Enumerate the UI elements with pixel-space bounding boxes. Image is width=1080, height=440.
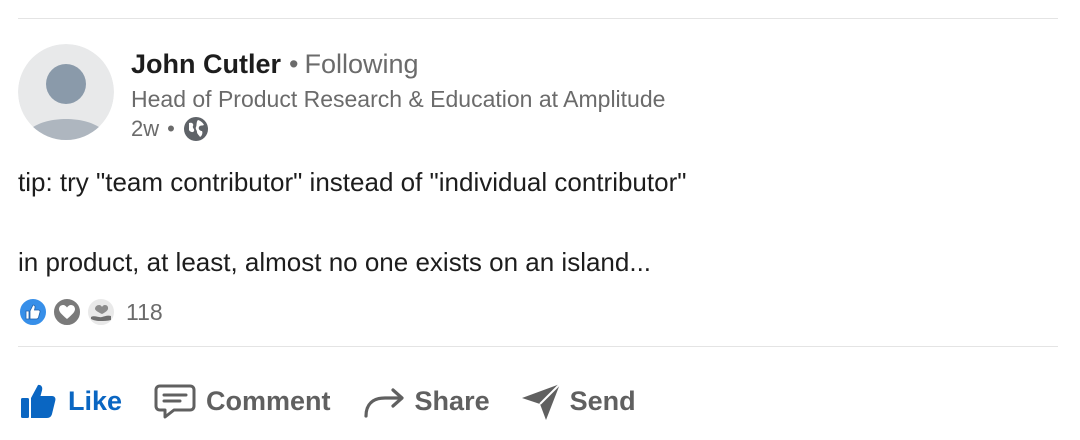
default-avatar-icon [18, 44, 114, 140]
support-reaction-icon [86, 297, 116, 327]
avatar[interactable] [18, 44, 114, 140]
share-label: Share [414, 385, 490, 416]
post-meta: 2w • [131, 114, 665, 144]
reaction-count: 118 [126, 298, 163, 325]
author-headline: Head of Product Research & Education at … [131, 86, 666, 112]
actions-divider [18, 346, 1058, 347]
post-body-line-2: in product, at least, almost no one exis… [18, 247, 652, 277]
comment-label: Comment [206, 385, 331, 416]
post-actions: Like Comment Share Send [18, 380, 666, 422]
name-separator: • [289, 49, 299, 79]
like-reaction-icon [18, 297, 48, 327]
post-body: tip: try "team contributor" instead of "… [18, 162, 686, 282]
globe-icon [183, 116, 209, 142]
share-button[interactable]: Share [361, 380, 490, 422]
comment-icon [154, 384, 196, 419]
meta-separator: • [167, 116, 175, 141]
like-label: Like [68, 385, 123, 416]
like-button[interactable]: Like [18, 380, 122, 422]
thumbs-up-icon [21, 384, 56, 418]
author-name[interactable]: John Cutler [131, 49, 281, 79]
send-paper-plane-icon [521, 383, 561, 420]
top-divider [18, 18, 1058, 19]
send-button[interactable]: Send [520, 380, 636, 422]
follow-status: Following [304, 49, 419, 79]
post-body-line-1: tip: try "team contributor" instead of "… [18, 167, 687, 197]
post-author-block: John Cutler • Following Head of Product Re… [131, 46, 665, 144]
share-arrow-icon [363, 388, 404, 418]
post-time: 2w [131, 116, 160, 141]
love-reaction-icon [52, 297, 82, 327]
comment-button[interactable]: Comment [152, 380, 331, 422]
reactions-summary[interactable]: 118 [18, 297, 163, 327]
send-label: Send [569, 385, 636, 416]
